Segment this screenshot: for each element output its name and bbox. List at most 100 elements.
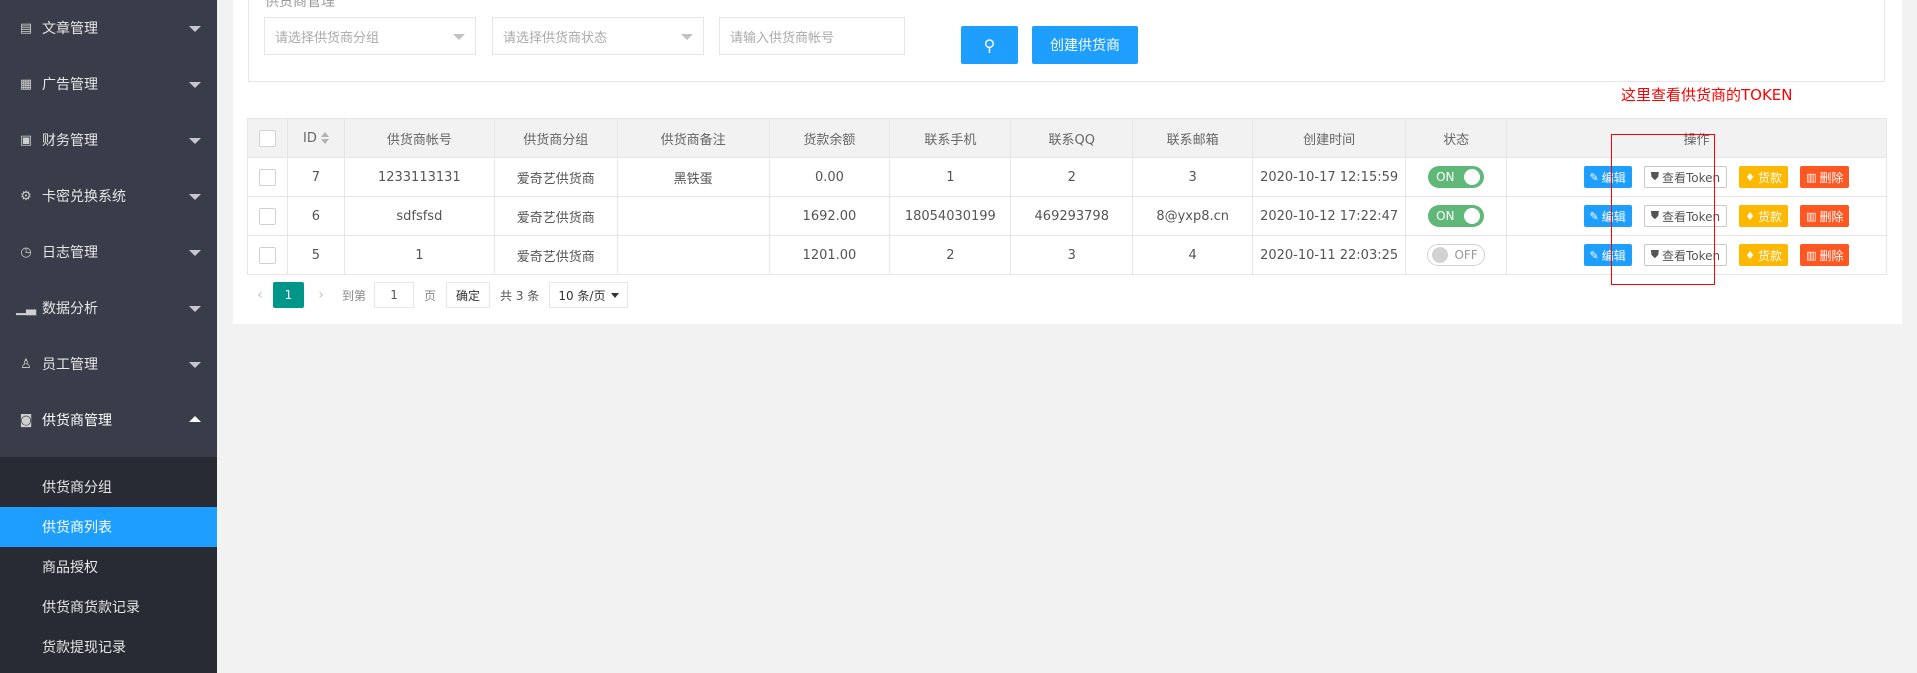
page-size-select[interactable]: 10 条/页 [549,282,629,308]
chevron-down-icon [189,250,201,256]
current-page[interactable]: 1 [273,282,304,308]
shield-icon: ⛊ [1650,248,1660,261]
nav-label: 供货商管理 [42,413,112,429]
cell-remark [616,235,770,275]
create-supplier-button[interactable]: 创建供货商 [1032,26,1138,64]
finance-icon: ▣ [19,132,33,148]
nav-item-finance[interactable]: ▣ 财务管理 [0,112,217,168]
status-switch[interactable]: OFF [1427,243,1485,266]
nav-item-suppliers[interactable]: ◙ 供货商管理 [0,392,217,448]
payment-button[interactable]: ♦ 货款 [1739,244,1789,266]
cell-account: 1 [343,235,495,275]
nav-item-ads[interactable]: ▦ 广告管理 [0,56,217,112]
cell-balance: 1692.00 [768,196,891,236]
account-input-placeholder: 请输入供货商帐号 [730,30,835,46]
delete-button[interactable]: ▥ 删除 [1800,244,1850,266]
pay-label: 货款 [1758,209,1783,224]
switch-knob [1464,169,1481,185]
status-switch[interactable]: ON [1428,166,1485,188]
cell-email: 4 [1132,235,1254,275]
cell-group: 爱奇艺供货商 [493,196,618,236]
search-panel-title: 供货商管理 [265,0,335,10]
chevron-down-icon [611,292,620,298]
chevron-down-icon [189,194,201,200]
calendar-icon: ▦ [19,76,33,92]
edit-button[interactable]: ✎ 编辑 [1583,166,1632,188]
money-bag-icon: ♦ [1745,248,1756,262]
status-select[interactable]: 请选择供货商状态 [492,17,704,55]
chart-icon: ▁▃ [16,300,36,316]
header-actions: 操作 [1506,118,1887,158]
clock-icon: ◷ [20,244,32,260]
supplier-subnav: 供货商分组 供货商列表 商品授权 供货商货款记录 货款提现记录 [0,457,217,673]
cell-remark [616,196,770,236]
row-checkbox[interactable] [258,168,276,186]
group-select[interactable]: 请选择供货商分组 [264,17,476,55]
account-search-input[interactable]: 请输入供货商帐号 [719,17,905,55]
cell-created: 2020-10-17 12:15:59 [1252,157,1407,197]
row-checkbox-cell [247,157,288,197]
chevron-down-icon [453,34,465,40]
prev-page-icon[interactable]: ‹ [247,287,273,303]
goto-label: 到第 [342,288,367,303]
payment-button[interactable]: ♦ 货款 [1739,166,1789,188]
header-id[interactable]: ID [286,118,345,158]
row-checkbox[interactable] [258,207,276,225]
subnav-item-groups[interactable]: 供货商分组 [0,467,217,507]
edit-label: 编辑 [1601,248,1626,263]
search-button[interactable]: ⚲ [961,26,1018,64]
next-page-icon[interactable]: › [308,287,334,303]
confirm-page-button[interactable]: 确定 [446,282,491,308]
delete-button[interactable]: ▥ 删除 [1800,166,1850,188]
header-email: 联系邮箱 [1132,118,1254,158]
cell-actions: ✎ 编辑 ⛊ 查看Token ♦ 货款 ▥ 删除 [1506,196,1887,236]
status-switch[interactable]: ON [1428,205,1485,227]
edit-label: 编辑 [1601,170,1626,185]
nav-item-card-exchange[interactable]: ⚙ 卡密兑换系统 [0,168,217,224]
supplier-icon: ◙ [19,412,33,428]
nav-item-articles[interactable]: ▤ 文章管理 [0,0,217,56]
nav-item-analytics[interactable]: ▁▃ 数据分析 [0,280,217,336]
cell-phone: 2 [889,235,1012,275]
status-select-placeholder: 请选择供货商状态 [503,30,608,46]
view-token-button[interactable]: ⛊ 查看Token [1643,205,1728,227]
subnav-item-authorization[interactable]: 商品授权 [0,547,217,587]
gear-icon: ⚙ [20,188,32,204]
cell-actions: ✎ 编辑 ⛊ 查看Token ♦ 货款 ▥ 删除 [1506,235,1887,275]
header-created: 创建时间 [1252,118,1407,158]
chevron-down-icon [189,138,201,144]
money-bag-icon: ♦ [1745,170,1756,184]
table-row: 7 1233113131 爱奇艺供货商 黑铁蛋 0.00 1 2 3 2020-… [247,157,1887,197]
switch-knob [1464,208,1481,224]
row-checkbox[interactable] [258,246,276,264]
subnav-item-payment-records[interactable]: 供货商货款记录 [0,587,217,627]
status-switch-label: OFF [1454,247,1478,262]
delete-label: 删除 [1819,209,1844,224]
nav-label: 员工管理 [42,357,98,373]
header-remark: 供货商备注 [616,118,770,158]
sort-icon[interactable] [320,132,329,144]
cell-balance: 0.00 [768,157,891,197]
edit-button[interactable]: ✎ 编辑 [1583,205,1632,227]
chevron-down-icon [189,306,201,312]
edit-button[interactable]: ✎ 编辑 [1583,244,1632,266]
subnav-item-list[interactable]: 供货商列表 [0,507,217,547]
chevron-up-icon [189,416,201,422]
delete-button[interactable]: ▥ 删除 [1800,205,1850,227]
header-balance: 货款余额 [768,118,891,158]
subnav-item-withdraw-records[interactable]: 货款提现记录 [0,627,217,667]
cell-group: 爱奇艺供货商 [493,157,618,197]
payment-button[interactable]: ♦ 货款 [1739,205,1789,227]
nav-item-staff[interactable]: ♙ 员工管理 [0,336,217,392]
header-qq: 联系QQ [1010,118,1134,158]
view-token-button[interactable]: ⛊ 查看Token [1643,244,1728,266]
nav-item-logs[interactable]: ◷ 日志管理 [0,224,217,280]
page-input[interactable]: 1 [374,282,415,308]
pay-label: 货款 [1758,170,1783,185]
select-all-checkbox[interactable] [258,129,276,147]
supplier-table: ID 供货商帐号 供货商分组 供货商备注 货款余额 联系手机 联系QQ 联系邮箱… [247,118,1887,275]
token-label: 查看Token [1662,248,1721,263]
money-bag-icon: ♦ [1745,209,1756,223]
view-token-button[interactable]: ⛊ 查看Token [1643,166,1728,188]
delete-label: 删除 [1819,248,1844,263]
